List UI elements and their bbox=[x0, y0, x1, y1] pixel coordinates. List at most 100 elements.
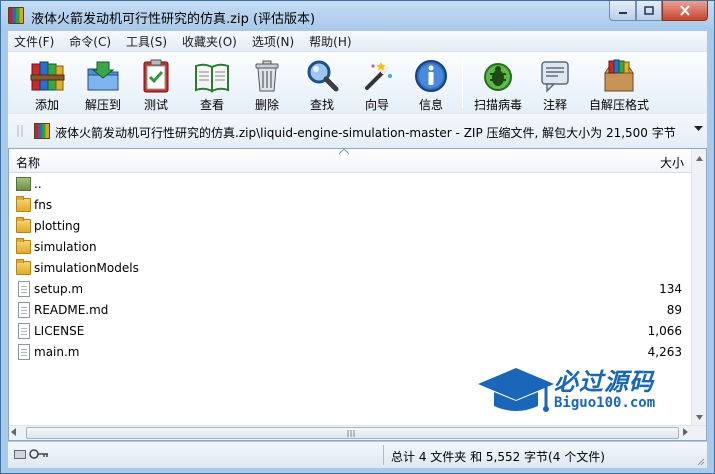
file-name: README.md bbox=[34, 303, 109, 317]
scroll-up-button[interactable] bbox=[692, 149, 706, 167]
vertical-scrollbar[interactable] bbox=[691, 149, 706, 426]
find-button-label: 查找 bbox=[309, 98, 334, 112]
menu-favorites[interactable]: 收藏夹(O) bbox=[182, 33, 237, 50]
menu-commands[interactable]: 命令(C) bbox=[69, 33, 111, 50]
list-item[interactable]: simulation bbox=[9, 237, 692, 258]
status-bar: 总计 4 文件夹 和 5,552 字节(4 个文件) bbox=[8, 442, 707, 468]
info-button[interactable]: 信息 bbox=[404, 56, 458, 112]
scroll-down-button[interactable] bbox=[692, 408, 706, 426]
comment-icon bbox=[537, 58, 573, 94]
file-icon bbox=[18, 323, 30, 339]
sort-arrow-icon bbox=[339, 149, 349, 155]
book-view-icon bbox=[194, 58, 230, 94]
scroll-up-icon bbox=[695, 155, 703, 161]
file-name: simulationModels bbox=[34, 261, 139, 275]
status-summary: 总计 4 文件夹 和 5,552 字节(4 个文件) bbox=[391, 450, 605, 464]
folder-icon bbox=[16, 238, 31, 254]
drive-separator-icon bbox=[17, 125, 23, 137]
path-bar: 液体火箭发动机可行性研究的仿真.zip\liquid-engine-simula… bbox=[8, 114, 707, 148]
file-size: 4,263 bbox=[647, 345, 682, 359]
sfx-button-label: 自解压格式 bbox=[588, 98, 649, 112]
menu-help[interactable]: 帮助(H) bbox=[309, 33, 351, 50]
watermark-url: Biguo100.com bbox=[554, 395, 656, 411]
toolbar-separator bbox=[462, 58, 463, 108]
wizard-button[interactable]: 向导 bbox=[350, 56, 404, 112]
scroll-down-icon bbox=[695, 414, 703, 420]
menu-bar: 文件(F) 命令(C) 工具(S) 收藏夹(O) 选项(N) 帮助(H) bbox=[8, 31, 707, 51]
path-dropdown-button[interactable] bbox=[694, 125, 703, 135]
list-item[interactable]: setup.m 134 bbox=[9, 279, 692, 300]
clipboard-check-icon bbox=[138, 58, 174, 94]
up-folder-button[interactable] bbox=[12, 120, 32, 142]
minimize-icon bbox=[618, 11, 627, 14]
folder-icon bbox=[16, 217, 31, 233]
scroll-right-icon bbox=[683, 428, 688, 436]
wand-icon bbox=[359, 58, 395, 94]
scan-virus-button[interactable]: 扫描病毒 bbox=[468, 56, 528, 112]
winrar-window: 液体火箭发动机可行性研究的仿真.zip (评估版本) 文件(F) 命令(C) 工… bbox=[0, 0, 715, 474]
list-item[interactable]: main.m 4,263 bbox=[9, 342, 692, 363]
test-button[interactable]: 测试 bbox=[129, 56, 183, 112]
close-button[interactable] bbox=[662, 1, 708, 21]
parent-folder-icon bbox=[16, 177, 31, 191]
horizontal-scroll-thumb[interactable] bbox=[26, 427, 679, 439]
file-name: .. bbox=[34, 177, 42, 191]
maximize-button[interactable] bbox=[636, 1, 662, 21]
watermark: 必过源码 Biguo100.com bbox=[476, 362, 691, 422]
scroll-right-button[interactable] bbox=[683, 428, 688, 438]
delete-button[interactable]: 删除 bbox=[240, 56, 294, 112]
file-size: 89 bbox=[666, 303, 682, 317]
resize-grip-icon[interactable] bbox=[695, 456, 705, 466]
status-divider bbox=[383, 445, 384, 465]
key-icon[interactable] bbox=[29, 448, 49, 460]
file-name: plotting bbox=[34, 219, 81, 233]
extract-to-button[interactable]: 解压到 bbox=[76, 56, 130, 112]
folder-extract-icon bbox=[85, 58, 121, 94]
bug-scan-icon bbox=[480, 58, 516, 94]
extract-to-button-label: 解压到 bbox=[84, 98, 121, 112]
comment-button[interactable]: 注释 bbox=[528, 56, 582, 112]
list-item[interactable]: fns bbox=[9, 195, 692, 216]
file-list: 名称 大小 .. fns plotting simulation simulat… bbox=[8, 148, 707, 441]
menu-tools[interactable]: 工具(S) bbox=[126, 33, 167, 50]
add-button[interactable]: 添加 bbox=[20, 56, 74, 112]
window-controls bbox=[609, 1, 708, 21]
sfx-box-icon bbox=[601, 58, 637, 94]
sfx-button[interactable]: 自解压格式 bbox=[584, 56, 654, 112]
file-icon bbox=[18, 302, 30, 318]
minimize-button[interactable] bbox=[609, 1, 636, 21]
maximize-icon bbox=[644, 5, 654, 15]
list-item[interactable]: README.md 89 bbox=[9, 300, 692, 321]
scroll-left-icon bbox=[11, 428, 16, 436]
menu-options[interactable]: 选项(N) bbox=[252, 33, 294, 50]
list-item[interactable]: simulationModels bbox=[9, 258, 692, 279]
file-icon bbox=[18, 344, 30, 360]
list-item[interactable]: .. bbox=[9, 174, 692, 195]
archive-path: 液体火箭发动机可行性研究的仿真.zip\liquid-engine-simula… bbox=[55, 126, 676, 140]
drive-icon[interactable] bbox=[14, 448, 26, 460]
file-rows: .. fns plotting simulation simulationMod… bbox=[9, 174, 692, 363]
horizontal-scrollbar[interactable] bbox=[9, 425, 706, 440]
list-item[interactable]: LICENSE 1,066 bbox=[9, 321, 692, 342]
column-size[interactable]: 大小 bbox=[660, 154, 684, 171]
file-size: 134 bbox=[659, 282, 682, 296]
menu-file[interactable]: 文件(F) bbox=[14, 33, 54, 50]
file-icon bbox=[18, 281, 30, 297]
grip-icon bbox=[347, 430, 355, 437]
delete-button-label: 删除 bbox=[254, 98, 279, 112]
trash-icon bbox=[249, 58, 285, 94]
list-header: 名称 大小 bbox=[9, 149, 692, 173]
scroll-left-button[interactable] bbox=[11, 428, 16, 438]
list-item[interactable]: plotting bbox=[9, 216, 692, 237]
scan-virus-button-label: 扫描病毒 bbox=[473, 98, 522, 112]
chevron-down-icon bbox=[694, 126, 703, 131]
column-name[interactable]: 名称 bbox=[16, 154, 40, 171]
folder-icon bbox=[16, 196, 31, 212]
info-icon bbox=[413, 58, 449, 94]
watermark-title: 必过源码 bbox=[554, 368, 654, 396]
winrar-app-icon bbox=[8, 7, 24, 24]
file-name: main.m bbox=[34, 345, 80, 359]
view-button[interactable]: 查看 bbox=[185, 56, 239, 112]
comment-button-label: 注释 bbox=[542, 98, 567, 112]
find-button[interactable]: 查找 bbox=[295, 56, 349, 112]
